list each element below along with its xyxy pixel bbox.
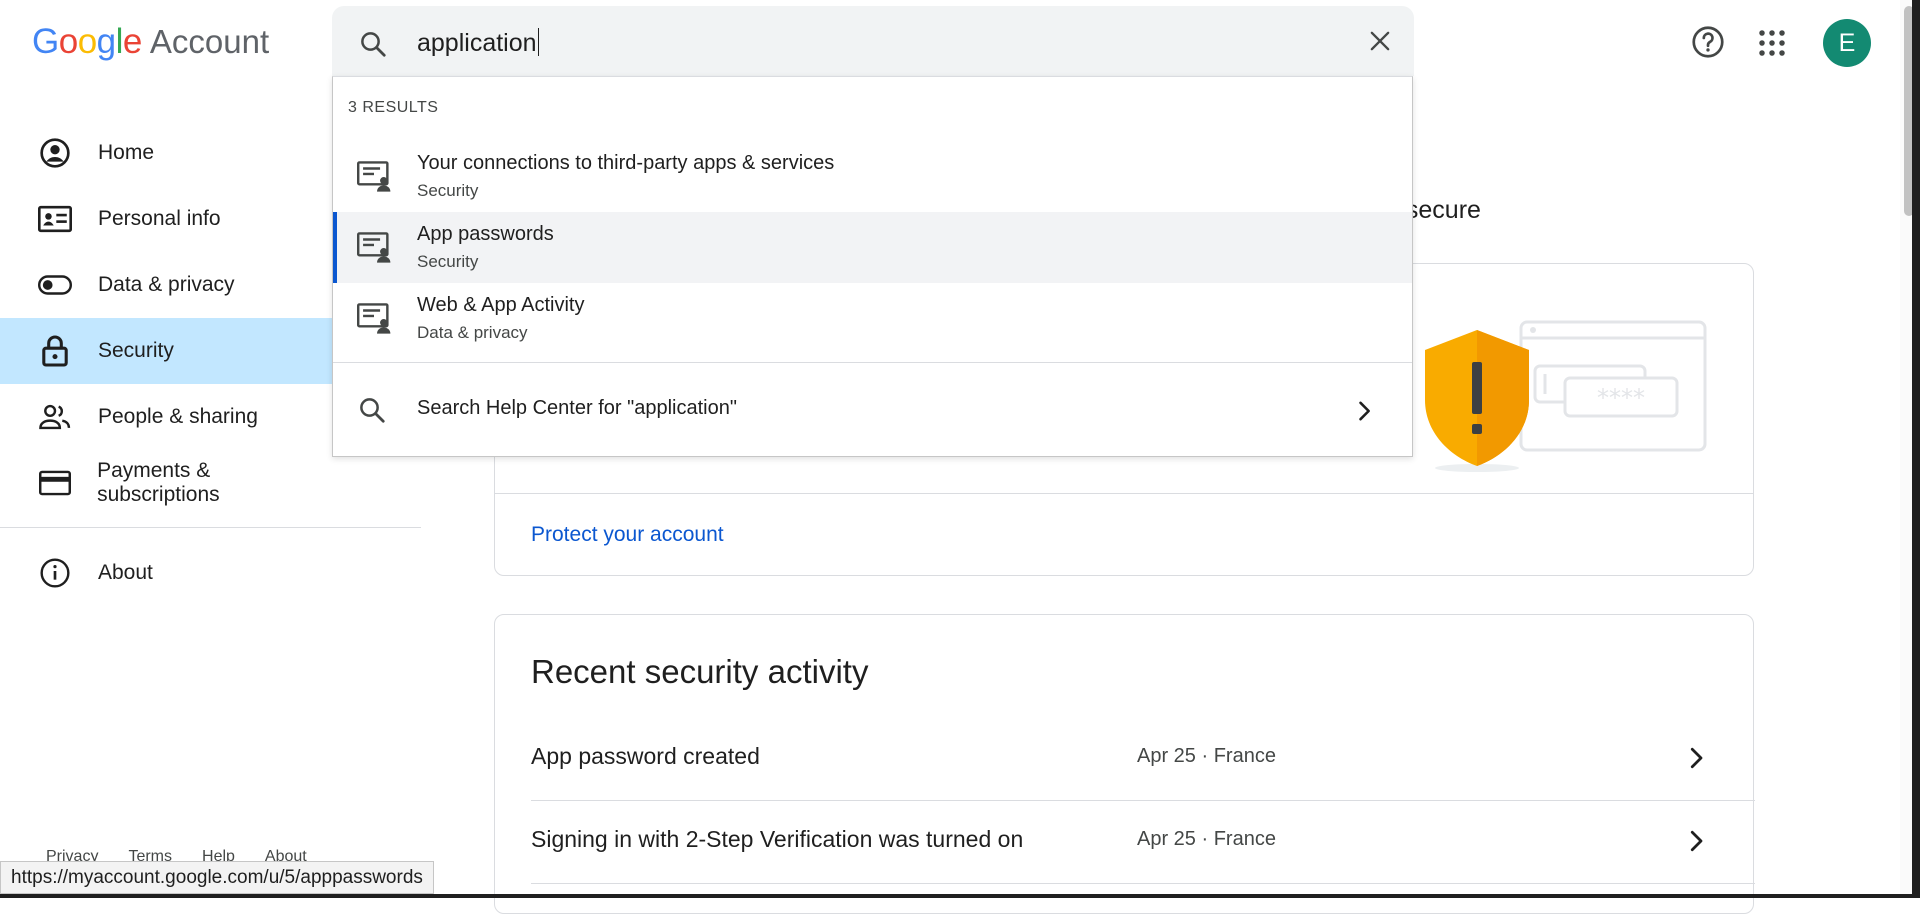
- search-help-center-item[interactable]: Search Help Center for "application": [333, 363, 1412, 457]
- activity-meta: Apr 25 · France: [1137, 828, 1276, 850]
- account-avatar[interactable]: E: [1823, 19, 1871, 67]
- recent-activity-card: Recent security activity App password cr…: [494, 614, 1755, 914]
- result-category: Data & privacy: [417, 323, 528, 342]
- activity-meta: Apr 25 · France: [1137, 745, 1276, 767]
- protect-account-link[interactable]: Protect your account: [531, 523, 724, 547]
- toggle-icon: [38, 268, 72, 302]
- card-divider: [495, 493, 1753, 494]
- help-icon[interactable]: [1690, 24, 1726, 65]
- settings-page-icon: [357, 303, 391, 340]
- activity-row[interactable]: App password created Apr 25 · France: [531, 717, 1755, 801]
- svg-text:****: ****: [1597, 384, 1645, 412]
- sidebar-item-label: Security: [98, 339, 174, 362]
- search-bar[interactable]: application: [332, 6, 1414, 76]
- search-result-item[interactable]: Your connections to third-party apps & s…: [333, 141, 1412, 212]
- search-icon: [358, 29, 388, 64]
- status-bar-url: https://myaccount.google.com/u/5/apppass…: [0, 861, 434, 894]
- shield-warning-illustration: ****: [1425, 314, 1725, 479]
- id-card-icon: [38, 202, 72, 236]
- results-count: 3 RESULTS: [348, 99, 439, 116]
- clear-search-icon[interactable]: [1366, 27, 1394, 60]
- sidebar-item-security[interactable]: Security: [0, 318, 332, 384]
- search-result-item-highlighted[interactable]: App passwords Security: [333, 212, 1412, 283]
- sidebar-item-label: Home: [98, 141, 155, 164]
- sidebar-item-personal-info[interactable]: Personal info: [0, 186, 332, 252]
- settings-page-icon: [357, 161, 391, 198]
- google-account-logo[interactable]: Google Account: [32, 22, 269, 66]
- lock-icon: [38, 334, 72, 368]
- sidebar-item-label: Personal info: [98, 207, 221, 230]
- google-apps-icon[interactable]: [1757, 28, 1787, 63]
- result-title: Web & App Activity: [417, 294, 585, 316]
- text-caret: [537, 28, 539, 56]
- logo-account-text: Account: [149, 23, 270, 60]
- sidebar-item-label: About: [98, 561, 153, 584]
- sidebar-item-label: Data & privacy: [98, 273, 235, 296]
- sidebar-item-label: Payments & subscriptions: [97, 459, 220, 506]
- google-logo-text: Google: [32, 22, 142, 61]
- search-input[interactable]: application: [417, 28, 539, 58]
- settings-page-icon: [357, 232, 391, 269]
- sidebar-divider: [0, 527, 421, 528]
- sidebar-item-people-sharing[interactable]: People & sharing: [0, 384, 332, 450]
- search-result-item[interactable]: Web & App Activity Data & privacy: [333, 283, 1412, 354]
- recent-activity-title: Recent security activity: [531, 653, 869, 690]
- result-category: Security: [417, 252, 479, 271]
- info-icon: [38, 556, 72, 590]
- result-title: App passwords: [417, 223, 554, 245]
- search-icon: [357, 395, 387, 430]
- credit-card-icon: [38, 466, 71, 500]
- activity-event: Signing in with 2-Step Verification was …: [531, 826, 1024, 852]
- chevron-right-icon: [1350, 397, 1378, 430]
- help-center-label: Search Help Center for "application": [417, 397, 737, 419]
- window-frame-bottom: [0, 894, 1920, 898]
- search-results-dropdown: 3 RESULTS Your connections to third-part…: [332, 76, 1413, 457]
- account-circle-icon: [38, 136, 72, 170]
- sidebar-item-home[interactable]: Home: [0, 120, 332, 186]
- sidebar-item-about[interactable]: About: [0, 540, 332, 606]
- sidebar-item-label: People & sharing: [98, 405, 258, 428]
- sidebar-item-data-privacy[interactable]: Data & privacy: [0, 252, 332, 318]
- activity-event: App password created: [531, 743, 760, 769]
- chevron-right-icon: [1681, 826, 1711, 861]
- result-category: Security: [417, 181, 479, 200]
- sidebar-item-payments[interactable]: Payments & subscriptions: [0, 450, 332, 516]
- activity-row[interactable]: Signing in with 2-Step Verification was …: [531, 800, 1755, 884]
- result-title: Your connections to third-party apps & s…: [417, 152, 835, 174]
- people-icon: [38, 400, 72, 434]
- window-frame-edge: [1912, 0, 1920, 898]
- chevron-right-icon: [1681, 743, 1711, 778]
